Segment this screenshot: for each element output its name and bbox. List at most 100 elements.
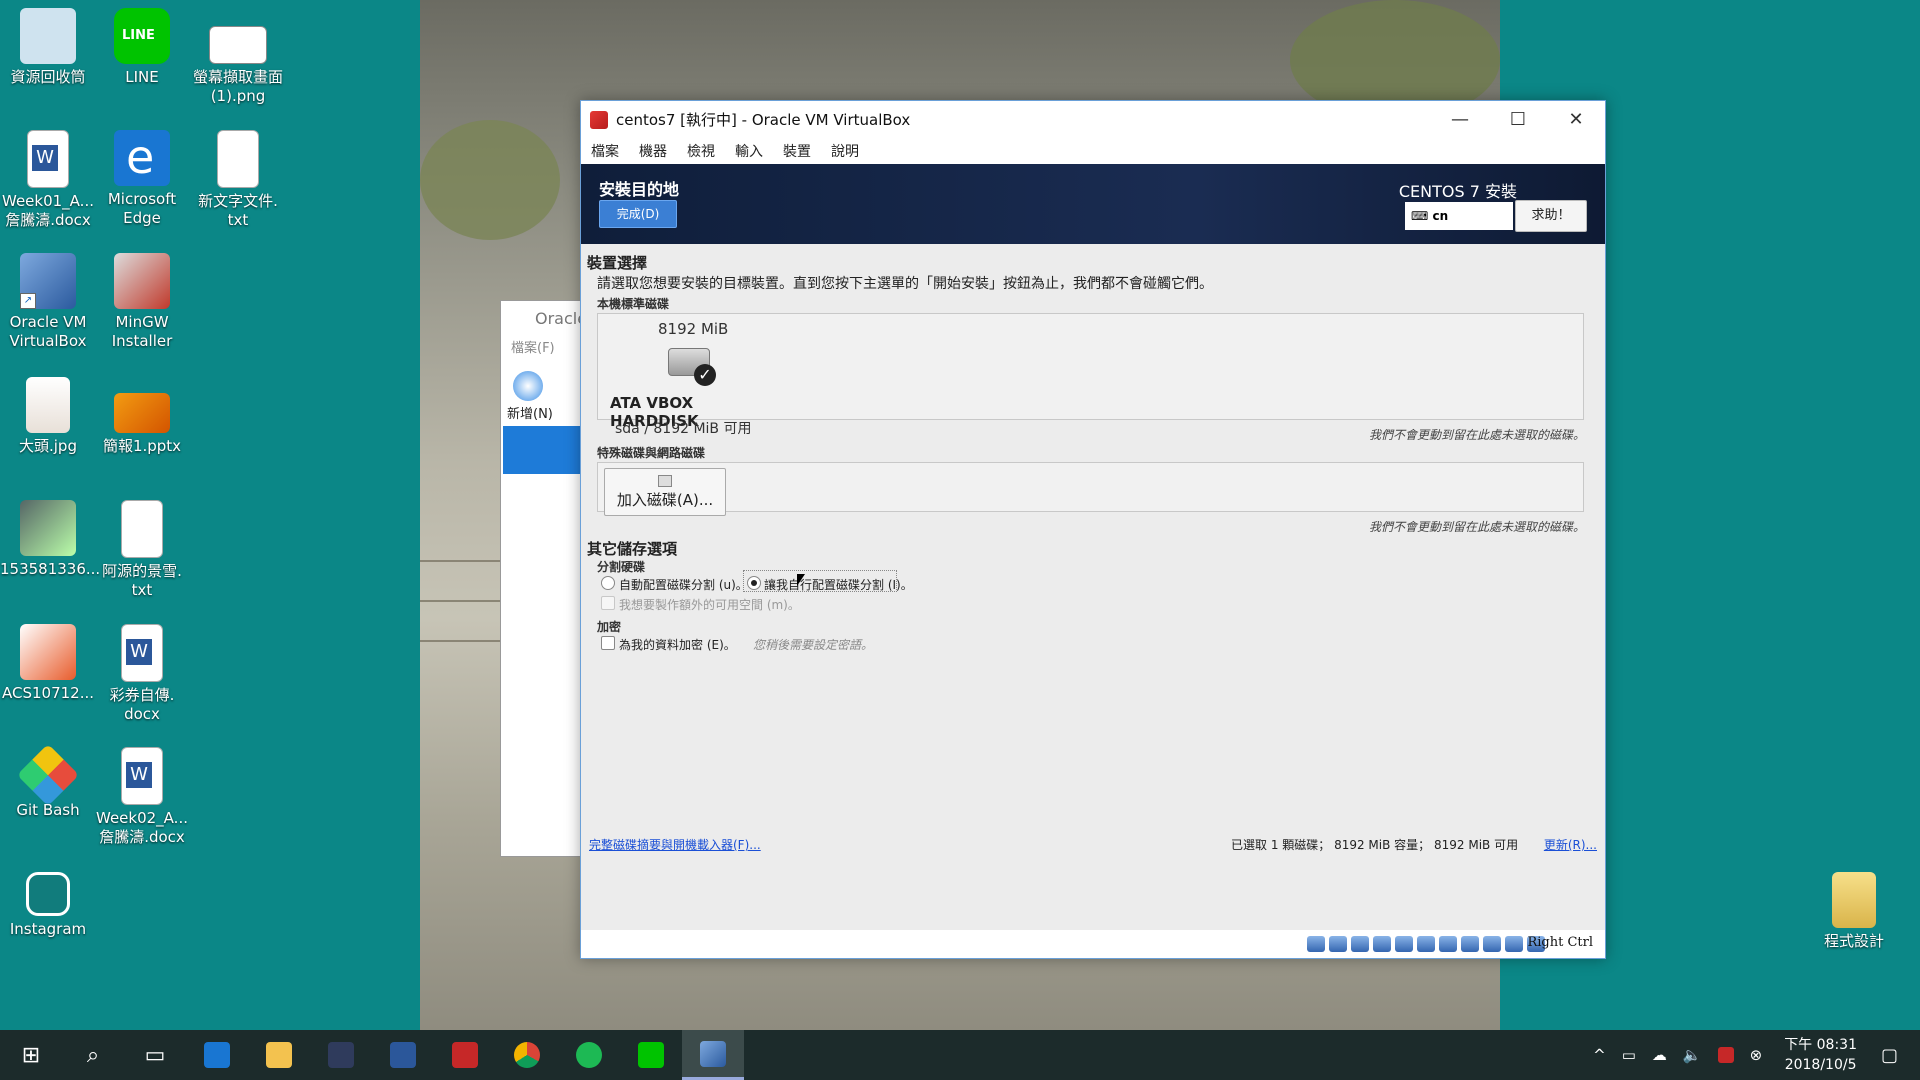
menu-help[interactable]: 說明	[831, 141, 859, 161]
desktop-icon-git-bash[interactable]: Git Bash	[0, 743, 96, 820]
taskbar-spotify[interactable]	[558, 1030, 620, 1080]
taskbar-line[interactable]	[620, 1030, 682, 1080]
menu-file[interactable]: 檔案	[591, 141, 619, 161]
desktop-icon-photo[interactable]: 大頭.jpg	[0, 377, 96, 456]
desktop-icon-folder[interactable]: 程式設計	[1804, 872, 1904, 951]
extra-space-label[interactable]: 我想要製作額外的可用空間 (m)。	[619, 596, 800, 613]
line-icon	[638, 1042, 664, 1068]
volume-icon[interactable]: 🔈	[1683, 1046, 1702, 1064]
encrypt-label[interactable]: 為我的資料加密 (E)。	[619, 636, 736, 653]
desktop-icon-week01-doc[interactable]: W Week01_A... 詹騰濤.docx	[0, 130, 96, 230]
help-button[interactable]: 求助！	[1515, 200, 1587, 232]
disk-info: sda / 8192 MiB 可用	[615, 421, 752, 437]
desktop-icon-virtualbox[interactable]: ↗ Oracle VM VirtualBox	[0, 253, 96, 351]
desktop-icon-instagram[interactable]: Instagram	[0, 872, 96, 939]
clock[interactable]: 下午 08:31 2018/10/5	[1784, 1035, 1857, 1075]
search-button[interactable]: ⌕	[62, 1030, 124, 1080]
usb-status-icon[interactable]	[1395, 936, 1413, 952]
title-bar[interactable]: centos7 [執行中] - Oracle VM VirtualBox — ☐…	[581, 101, 1605, 138]
disk-summary-link[interactable]: 完整磁碟摘要與開機載入器(F)...	[589, 836, 761, 853]
network-status-icon[interactable]	[1373, 936, 1391, 952]
auto-partition-label[interactable]: 自動配置磁碟分割 (u)。	[619, 576, 748, 593]
taskbar-file-explorer[interactable]	[248, 1030, 310, 1080]
taskbar-visual-studio[interactable]	[310, 1030, 372, 1080]
desktop-icon-recycle-bin[interactable]: 資源回收筒	[0, 8, 96, 87]
desktop-icon-screenshot[interactable]: 螢幕擷取畫面 (1).png	[188, 8, 288, 106]
desktop-icon-acs-pptx[interactable]: ACS10712...	[0, 624, 96, 703]
maximize-button[interactable]: ☐	[1489, 101, 1547, 138]
manager-title: Oracle	[501, 301, 587, 337]
desktop-icon-edge[interactable]: e Microsoft Edge	[94, 130, 190, 228]
onedrive-icon[interactable]: ☁	[1652, 1046, 1667, 1064]
task-view-button[interactable]: ▭	[124, 1030, 186, 1080]
line-icon: LINE	[114, 8, 170, 64]
notification-center-icon[interactable]: ▢	[1881, 1045, 1898, 1066]
menu-input[interactable]: 輸入	[735, 141, 763, 161]
menu-bar: 檔案 機器 檢視 輸入 裝置 說明	[581, 138, 1605, 164]
menu-machine[interactable]: 機器	[639, 141, 667, 161]
other-options-heading: 其它儲存選項	[587, 540, 678, 558]
taskbar-chrome[interactable]	[496, 1030, 558, 1080]
word-icon	[390, 1042, 416, 1068]
keyboard-layout-field[interactable]: ⌨ cn	[1405, 202, 1513, 230]
taskbar-virtualbox[interactable]	[682, 1030, 744, 1080]
battery-icon[interactable]: ▭	[1622, 1046, 1636, 1064]
network-disconnected-icon[interactable]: ⊗	[1750, 1046, 1763, 1064]
auto-partition-radio[interactable]	[601, 576, 615, 590]
desktop-icon-lottery-doc[interactable]: W 彩券自傳. docx	[94, 624, 190, 724]
manual-partition-label[interactable]: 讓我自行配置磁碟分割 (I)。	[764, 576, 913, 593]
desktop-icon-photo2[interactable]: 153581336...	[0, 500, 100, 579]
desktop-icon-txt[interactable]: 阿源的景雪. txt	[94, 500, 190, 600]
menu-devices[interactable]: 裝置	[783, 141, 811, 161]
add-disk-button[interactable]: 加入磁碟(A)...	[604, 468, 726, 516]
refresh-link[interactable]: 更新(R)...	[1544, 836, 1597, 853]
desktop-icon-new-txt[interactable]: 新文字文件. txt	[188, 130, 288, 230]
edge-icon: e	[114, 130, 170, 186]
disk-item-sda[interactable]: 8192 MiB ✓ ATA VBOX HARDDISK sda / 8192 …	[598, 314, 758, 437]
virtualbox-manager-window[interactable]: Oracle 檔案(F) 新增(N)	[500, 300, 587, 857]
vm-status-bar: Right Ctrl	[581, 930, 1605, 958]
vm-window[interactable]: centos7 [執行中] - Oracle VM VirtualBox — ☐…	[580, 100, 1606, 959]
new-vm-icon[interactable]	[513, 371, 543, 401]
desktop-icon-pptx[interactable]: 簡報1.pptx	[94, 377, 190, 456]
minimize-button[interactable]: —	[1431, 101, 1489, 138]
encryption-heading: 加密	[597, 620, 622, 634]
desktop-icon-label: 新文字文件. txt	[198, 192, 278, 229]
done-button[interactable]: 完成(D)	[599, 200, 677, 228]
start-button[interactable]: ⊞	[0, 1030, 62, 1080]
menu-view[interactable]: 檢視	[687, 141, 715, 161]
video-capture-status-icon[interactable]	[1461, 936, 1479, 952]
audio-status-icon[interactable]	[1351, 936, 1369, 952]
new-vm-label[interactable]: 新增(N)	[507, 403, 553, 422]
app-icon	[452, 1042, 478, 1068]
vm-list-item-centos7[interactable]	[503, 426, 583, 474]
pptx-icon	[20, 624, 76, 680]
pptx-icon	[114, 393, 170, 433]
taskbar-word[interactable]	[372, 1030, 434, 1080]
close-button[interactable]: ✕	[1547, 101, 1605, 138]
taskbar-app-red[interactable]	[434, 1030, 496, 1080]
desktop-icon-label: LINE	[125, 68, 159, 86]
mouse-cursor-icon	[797, 574, 805, 586]
cpu-status-icon[interactable]	[1483, 936, 1501, 952]
vm-display[interactable]: 安裝目的地 完成(D) CENTOS 7 安裝 ⌨ cn 求助！ 裝置選擇 請選…	[581, 164, 1605, 930]
installer-header: 安裝目的地 完成(D) CENTOS 7 安裝 ⌨ cn 求助！	[581, 164, 1605, 244]
extra-space-checkbox[interactable]	[601, 596, 615, 610]
optical-drive-status-icon[interactable]	[1329, 936, 1347, 952]
device-intro-text: 請選取您想要安裝的目標裝置。直到您按下主選單的「開始安裝」按鈕為止，我們都不會碰…	[597, 276, 1213, 292]
encrypt-checkbox[interactable]	[601, 636, 615, 650]
tray-app-icon[interactable]	[1717, 1047, 1734, 1063]
hard-disk-status-icon[interactable]	[1307, 936, 1325, 952]
desktop-icon-line[interactable]: LINE LINE	[94, 8, 190, 87]
shared-folder-status-icon[interactable]	[1417, 936, 1435, 952]
manual-partition-radio[interactable]	[747, 576, 761, 590]
mouse-integration-status-icon[interactable]	[1505, 936, 1523, 952]
display-status-icon[interactable]	[1439, 936, 1457, 952]
manager-menu[interactable]: 檔案(F)	[501, 337, 583, 361]
show-hidden-icons-icon[interactable]: ^	[1593, 1046, 1606, 1064]
desktop-icon-mingw[interactable]: MinGW Installer	[94, 253, 190, 351]
visual-studio-icon	[328, 1042, 354, 1068]
desktop-icon-week02-doc[interactable]: W Week02_A... 詹騰濤.docx	[94, 747, 190, 847]
taskbar-edge[interactable]	[186, 1030, 248, 1080]
keyboard-icon: ⌨	[1411, 209, 1433, 223]
